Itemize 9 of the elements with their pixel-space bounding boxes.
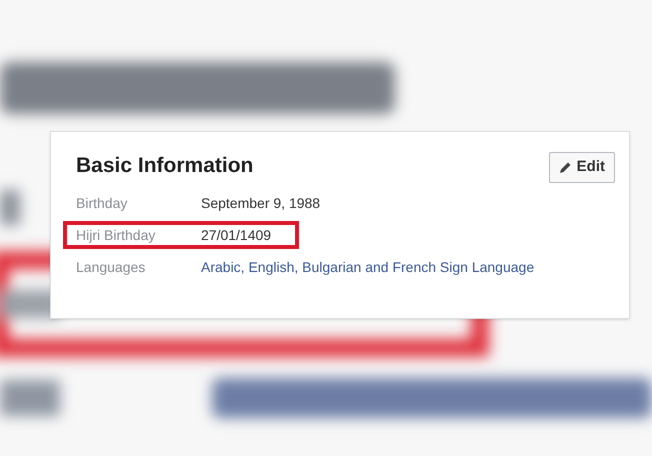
field-label: Languages — [76, 258, 146, 277]
card-title: Basic Information — [76, 153, 254, 179]
field-value: 27/01/1409 — [201, 226, 272, 244]
field-label: Hijri Birthday — [76, 226, 156, 245]
pencil-icon — [558, 161, 572, 174]
field-label: Birthday — [76, 194, 128, 213]
edit-button[interactable]: Edit — [548, 152, 615, 183]
field-value: September 9, 1988 — [201, 194, 320, 213]
languages-link[interactable]: Arabic, English, Bulgarian and French Sign Language — [201, 256, 534, 278]
